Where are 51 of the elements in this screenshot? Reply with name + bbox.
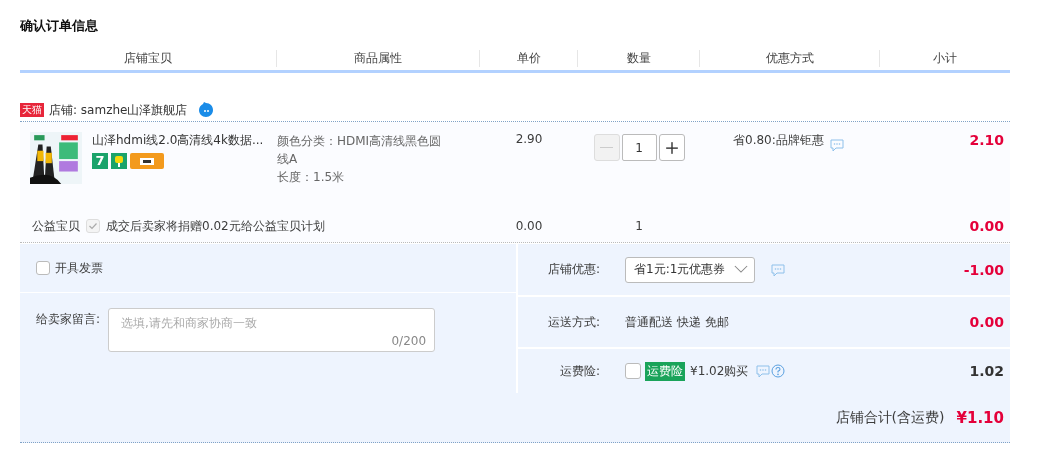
comment-icon[interactable]	[756, 364, 771, 378]
quantity: 1	[635, 219, 643, 233]
column-header: 商品属性	[277, 50, 480, 67]
section-title: 确认订单信息	[20, 17, 99, 35]
insurance-label: 运费险:	[558, 362, 600, 380]
total-amount: ¥1.10	[956, 408, 1004, 427]
product-attribute: 长度：1.5米	[277, 169, 346, 186]
shipping-method: 普通配送 快递 免邮	[625, 313, 729, 331]
plug-icon	[111, 153, 127, 169]
subtotal: 2.10	[969, 132, 1004, 148]
card-icon	[130, 153, 164, 169]
checkbox[interactable]	[36, 261, 50, 275]
increase-button[interactable]	[658, 134, 685, 161]
comment-icon[interactable]	[829, 138, 844, 152]
message-field[interactable]: 选填,请先和商家协商一致 0/200	[108, 308, 436, 352]
discount-label: 省0.80:品牌钜惠	[733, 132, 824, 149]
insurance-amount: 1.02	[969, 363, 1004, 379]
subtotal: 0.00	[969, 218, 1004, 234]
insurance-price: ¥1.02购买	[690, 362, 749, 380]
check-icon	[87, 220, 99, 232]
minus-icon	[600, 146, 613, 149]
message-label: 给卖家留言:	[36, 311, 101, 328]
shipping-label: 运送方式:	[546, 313, 600, 331]
invoice-label: 开具发票	[55, 259, 103, 277]
plus-icon	[664, 140, 679, 155]
chevron-down-icon	[734, 265, 748, 274]
charity-description: 成交后卖家将捐赠0.02元给公益宝贝计划	[106, 217, 325, 235]
coupon-label: 店铺优惠:	[546, 261, 600, 278]
unit-price: 2.90	[515, 132, 543, 146]
total-label: 店铺合计(含运费)	[835, 408, 945, 427]
coupon-amount: -1.00	[963, 261, 1004, 278]
product-title[interactable]: 山泽hdmi线2.0高清线4k数据...	[92, 132, 264, 149]
comment-icon[interactable]	[771, 262, 785, 277]
return-policy-badge: 7	[92, 153, 108, 169]
column-header: 数量	[578, 50, 700, 67]
insurance-tag: 运费险	[645, 361, 685, 381]
column-header: 优惠方式	[700, 50, 880, 67]
chat-icon[interactable]	[198, 102, 215, 118]
shipping-amount: 0.00	[969, 314, 1004, 330]
checkbox[interactable]	[625, 363, 641, 379]
quantity-field[interactable]: 1	[621, 134, 657, 161]
coupon-dropdown[interactable]: 省1元:1元优惠券	[625, 256, 755, 283]
unit-price: 0.00	[515, 219, 543, 233]
charity-label: 公益宝贝	[32, 217, 80, 235]
product-attribute: 颜色分类：HDMI高清线黑色圆线A	[277, 133, 443, 168]
column-header: 单价	[480, 50, 578, 67]
column-header: 店铺宝贝	[20, 50, 277, 67]
column-header: 小计	[932, 50, 958, 67]
store-logo: 天猫	[20, 103, 44, 117]
shop-name: 店铺: samzhe山泽旗舰店	[49, 101, 188, 119]
help-icon[interactable]	[771, 364, 786, 378]
